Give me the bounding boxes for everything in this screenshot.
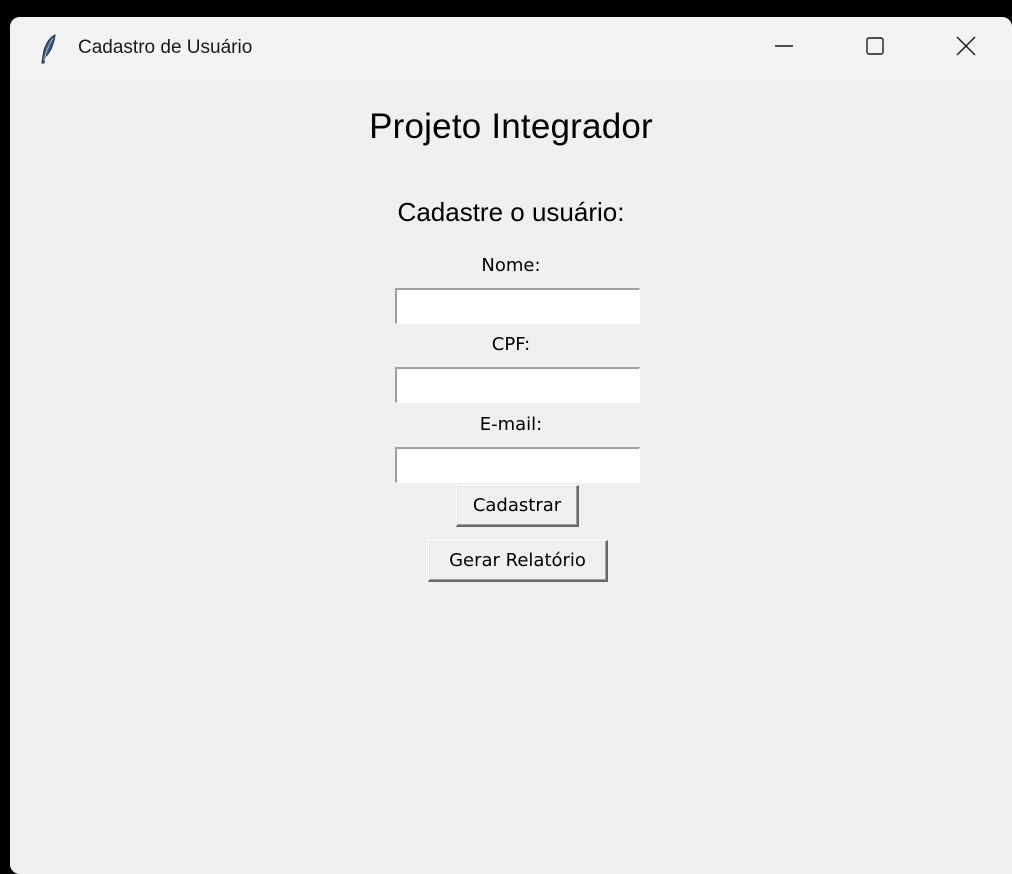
form-subtitle: Cadastre o usuário: bbox=[397, 197, 625, 227]
minimize-button[interactable] bbox=[738, 17, 830, 79]
email-field[interactable] bbox=[395, 447, 640, 483]
title-bar[interactable]: Cadastro de Usuário bbox=[10, 17, 1012, 79]
name-label: Nome: bbox=[481, 255, 541, 276]
cpf-field[interactable] bbox=[395, 367, 640, 403]
close-button[interactable] bbox=[920, 17, 1012, 79]
register-button[interactable]: Cadastrar bbox=[456, 485, 579, 527]
email-label: E-mail: bbox=[479, 414, 543, 435]
maximize-button[interactable] bbox=[829, 17, 921, 79]
maximize-icon bbox=[865, 36, 885, 61]
app-window: Cadastro de Usuário Projeto Integrador C… bbox=[10, 17, 1012, 874]
generate-report-button[interactable]: Gerar Relatório bbox=[428, 540, 608, 582]
form-area: Projeto Integrador Cadastre o usuário: N… bbox=[10, 79, 1012, 874]
feather-icon bbox=[40, 34, 58, 64]
window-title: Cadastro de Usuário bbox=[78, 37, 253, 58]
name-field[interactable] bbox=[395, 288, 640, 324]
cpf-label: CPF: bbox=[491, 334, 531, 355]
minimize-icon bbox=[774, 36, 794, 61]
page-title: Projeto Integrador bbox=[369, 107, 653, 146]
close-icon bbox=[955, 35, 977, 62]
